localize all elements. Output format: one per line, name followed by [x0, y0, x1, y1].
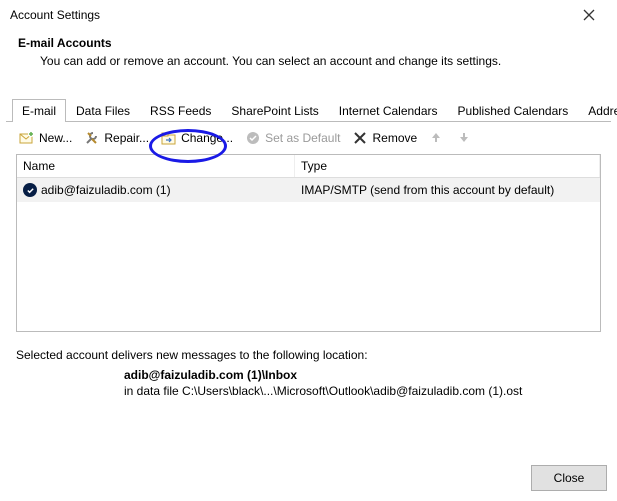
account-name-cell: adib@faizuladib.com (1) — [41, 183, 171, 197]
new-button[interactable]: New... — [16, 128, 75, 148]
delivery-file-path: in data file C:\Users\black\...\Microsof… — [16, 384, 601, 398]
table-row[interactable]: adib@faizuladib.com (1) IMAP/SMTP (send … — [17, 178, 600, 202]
tab-published-calendars[interactable]: Published Calendars — [448, 99, 579, 122]
delivery-location: adib@faizuladib.com (1)\Inbox — [16, 362, 601, 384]
move-down-button — [454, 128, 476, 148]
tab-rss-feeds[interactable]: RSS Feeds — [140, 99, 221, 122]
tab-sharepoint-lists[interactable]: SharePoint Lists — [221, 99, 328, 122]
remove-x-icon — [352, 130, 368, 146]
tab-address-books[interactable]: Address Books — [578, 99, 617, 122]
accounts-grid: Name Type adib@faizuladib.com (1) IMAP/S… — [16, 154, 601, 332]
column-name[interactable]: Name — [17, 155, 295, 177]
default-check-icon — [23, 183, 37, 197]
repair-label: Repair... — [104, 131, 149, 145]
close-icon[interactable] — [569, 1, 609, 29]
delivery-intro: Selected account delivers new messages t… — [16, 348, 601, 362]
column-type[interactable]: Type — [295, 155, 600, 177]
change-label: Change... — [181, 131, 233, 145]
set-default-button: Set as Default — [242, 128, 343, 148]
change-button[interactable]: Change... — [158, 128, 236, 148]
new-label: New... — [39, 131, 72, 145]
arrow-down-icon — [457, 130, 473, 146]
page-title: E-mail Accounts — [18, 36, 607, 50]
folder-change-icon — [161, 130, 177, 146]
close-button[interactable]: Close — [531, 465, 607, 491]
tab-email[interactable]: E-mail — [12, 99, 66, 122]
account-type-cell: IMAP/SMTP (send from this account by def… — [295, 181, 600, 199]
tab-data-files[interactable]: Data Files — [66, 99, 140, 122]
tab-internet-calendars[interactable]: Internet Calendars — [329, 99, 448, 122]
tools-icon — [84, 130, 100, 146]
page-subtitle: You can add or remove an account. You ca… — [18, 54, 607, 68]
remove-button[interactable]: Remove — [349, 128, 420, 148]
move-up-button — [426, 128, 448, 148]
arrow-up-icon — [429, 130, 445, 146]
remove-label: Remove — [372, 131, 417, 145]
set-default-label: Set as Default — [265, 131, 340, 145]
window-title: Account Settings — [10, 8, 569, 22]
mail-new-icon — [19, 130, 35, 146]
tab-strip: E-mail Data Files RSS Feeds SharePoint L… — [6, 98, 611, 122]
toolbar: New... Repair... Change... Set as Defaul… — [0, 122, 617, 154]
check-circle-icon — [245, 130, 261, 146]
repair-button[interactable]: Repair... — [81, 128, 152, 148]
